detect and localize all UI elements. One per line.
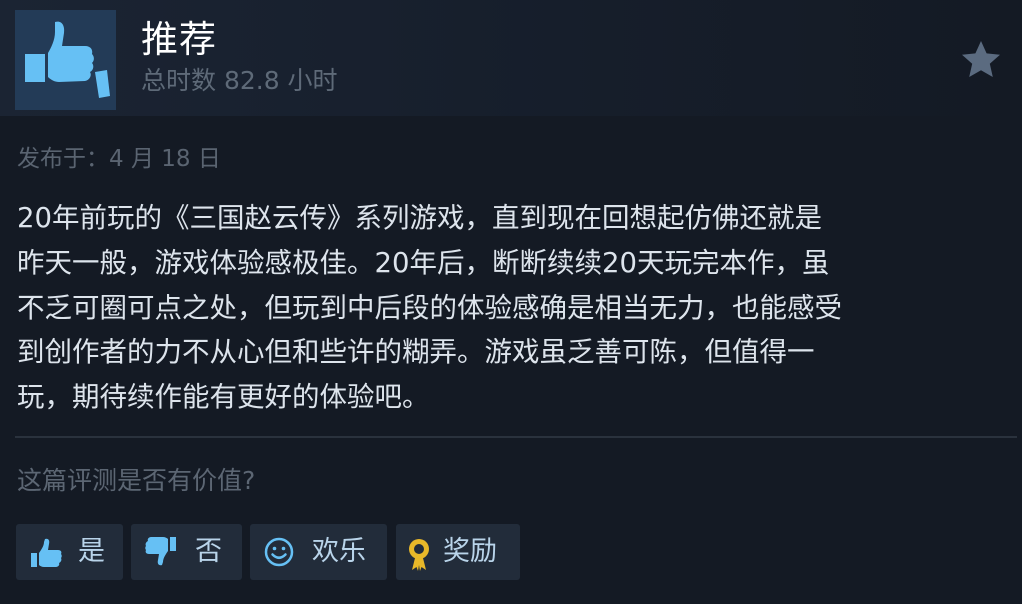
vote-funny-label: 欢乐	[312, 536, 366, 567]
vote-no-label: 否	[195, 536, 222, 567]
review-line: 20年前玩的《三国赵云传》系列游戏，直到现在回想起仿佛还就是	[17, 202, 822, 234]
award-label: 奖励	[443, 536, 497, 567]
recommendation-label[interactable]: 推荐	[141, 16, 217, 64]
vote-funny-button[interactable]: 欢乐	[250, 524, 387, 580]
review-line: 昨天一般，游戏体验感极佳。20年后，断断续续20天玩完本作，虽	[17, 246, 830, 279]
review-line: 玩，期待续作能有更好的体验吧。	[17, 381, 430, 414]
review-card: 推荐 总时数 82.8 小时 发布于：4 月 18 日 20年前玩的《三国赵云传…	[0, 0, 1022, 604]
recommended-badge[interactable]	[15, 10, 116, 110]
favorite-star-button[interactable]	[958, 37, 1004, 83]
vote-yes-button[interactable]: 是	[16, 524, 123, 580]
thumbs-down-icon	[145, 537, 176, 566]
star-icon	[962, 41, 1000, 77]
vote-no-button[interactable]: 否	[131, 524, 242, 580]
posted-date: 发布于：4 月 18 日	[17, 146, 221, 172]
playtime-hours: 总时数 82.8 小时	[141, 66, 338, 95]
thumbs-up-icon	[25, 21, 110, 98]
smiley-icon	[264, 537, 294, 567]
award-medal-icon	[409, 539, 429, 571]
review-content: 20年前玩的《三国赵云传》系列游戏，直到现在回想起仿佛还就是 昨天一般，游戏体验…	[17, 196, 1002, 420]
award-button[interactable]: 奖励	[396, 524, 520, 580]
vote-yes-label: 是	[78, 536, 105, 567]
review-line: 不乏可圈可点之处，但玩到中后段的体验感确是相当无力，也能感受	[17, 291, 842, 324]
thumbs-up-icon	[31, 538, 62, 567]
review-header: 推荐 总时数 82.8 小时	[0, 0, 1022, 116]
helpful-question: 这篇评测是否有价值?	[17, 466, 256, 495]
divider	[15, 436, 1017, 438]
review-line: 到创作者的力不从心但和些许的糊弄。游戏虽乏善可陈，但值得一	[17, 336, 815, 369]
